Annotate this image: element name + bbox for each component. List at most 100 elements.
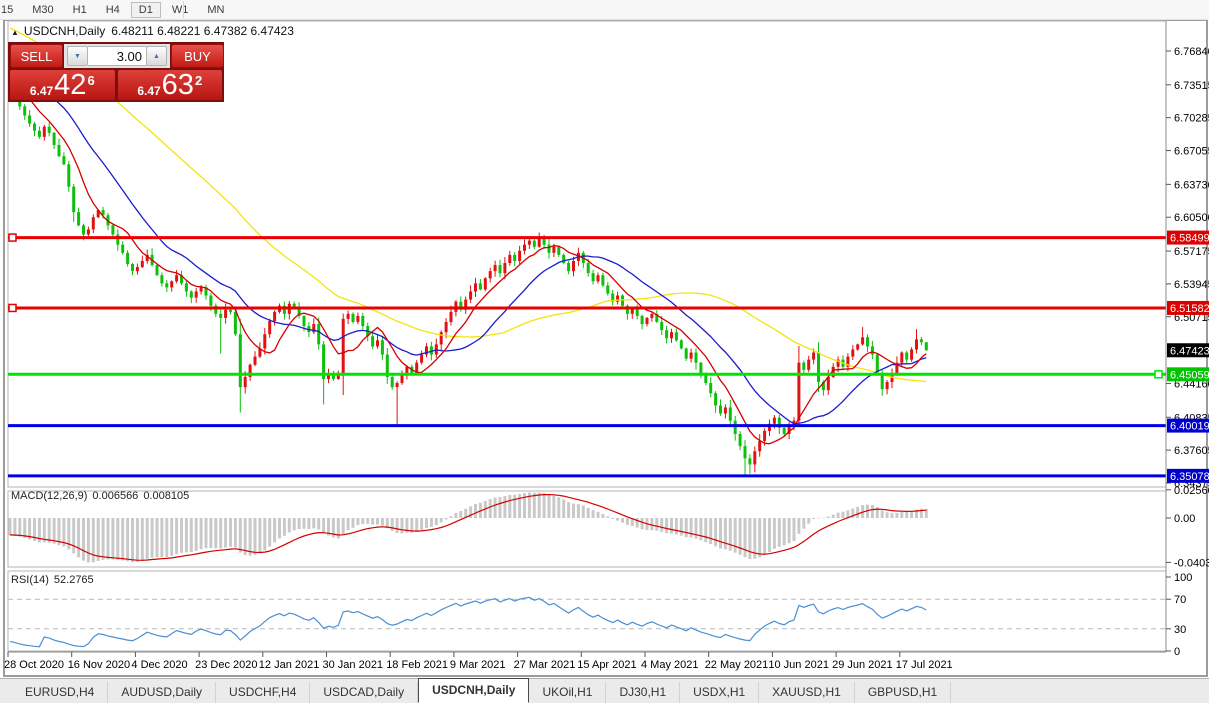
- volume-input[interactable]: [88, 46, 146, 66]
- buy-price-point: 2: [194, 73, 203, 88]
- macd-histogram-bar: [449, 516, 453, 518]
- macd-histogram-bar: [679, 518, 683, 536]
- candle-body: [606, 285, 610, 294]
- macd-histogram-bar: [395, 518, 399, 533]
- candle-body: [219, 313, 223, 318]
- price-badge-label: 6.47423: [1170, 345, 1209, 357]
- macd-histogram-bar: [425, 518, 428, 528]
- candle-body: [552, 246, 556, 253]
- price-chart-canvas[interactable]: 6.76840 6.73515 6.70285 6.67055 6.63730 6.605…: [0, 0, 1209, 703]
- candle-body: [42, 126, 46, 137]
- date-tick-label: 15 Apr 2021: [577, 659, 636, 671]
- candle-body: [900, 352, 904, 363]
- timeframe-button-d1[interactable]: D1: [130, 1, 161, 18]
- arrow-up-icon: ▲: [153, 52, 160, 60]
- candle-body: [116, 234, 120, 245]
- sell-button[interactable]: SELL: [10, 44, 63, 68]
- date-tick-label: 30 Jan 2021: [323, 659, 384, 671]
- macd-histogram-bar: [905, 511, 909, 518]
- macd-histogram-bar: [229, 518, 232, 547]
- macd-histogram-bar: [420, 518, 424, 531]
- timeframe-button-m30[interactable]: M30: [24, 2, 61, 18]
- tab-gbpusd-h1[interactable]: GBPUSD,H1: [855, 682, 952, 703]
- candle-body: [253, 356, 257, 365]
- toolbar-separator: [183, 1, 184, 18]
- tab-dj30-h1[interactable]: DJ30,H1: [606, 682, 681, 703]
- timeframe-button-h1[interactable]: H1: [65, 2, 95, 18]
- candle-body: [763, 430, 767, 442]
- candle-body: [601, 275, 605, 286]
- macd-histogram-bar: [52, 518, 56, 544]
- date-tick-label: 18 Feb 2021: [386, 659, 448, 671]
- macd-histogram-bar: [674, 518, 678, 535]
- candle-body: [910, 349, 914, 360]
- candle-body: [72, 186, 76, 213]
- macd-histogram-bar: [47, 518, 51, 543]
- tab-eurusd-h4[interactable]: EURUSD,H4: [12, 682, 109, 703]
- macd-histogram-bar: [312, 518, 316, 529]
- chart-ohlc-values: 6.48211 6.48221 6.47382 6.47423: [111, 24, 294, 38]
- candle-body: [165, 283, 169, 288]
- candle-body: [645, 317, 649, 325]
- macd-histogram-bar: [763, 518, 767, 555]
- macd-histogram-bar: [361, 518, 365, 524]
- macd-histogram-bar: [180, 518, 183, 553]
- sell-price-quote[interactable]: 6.47 42 6: [10, 70, 115, 100]
- hline-handle-icon[interactable]: [8, 233, 17, 242]
- hline-handle-icon[interactable]: [8, 303, 17, 313]
- buy-price-quote[interactable]: 6.47 63 2: [117, 70, 222, 100]
- candle-body: [817, 352, 820, 383]
- macd-histogram-bar: [390, 518, 394, 532]
- volume-decrease-button[interactable]: ▼: [67, 46, 88, 66]
- candle-body: [562, 254, 566, 264]
- macd-histogram-bar: [135, 518, 139, 562]
- macd-histogram-bar: [366, 518, 370, 524]
- macd-histogram-bar: [836, 512, 840, 518]
- volume-increase-button[interactable]: ▲: [146, 46, 167, 66]
- candle-body: [420, 354, 424, 363]
- macd-histogram-bar: [557, 497, 561, 518]
- candle-body: [650, 313, 654, 318]
- candle-body: [449, 311, 453, 323]
- macd-histogram-bar: [287, 518, 291, 533]
- tab-usdcnh-daily[interactable]: USDCNH,Daily: [418, 678, 530, 703]
- candle-body: [140, 260, 144, 268]
- candle-body: [670, 332, 673, 339]
- macd-histogram-bar: [155, 518, 159, 558]
- price-tick-label: 6.76840: [1174, 46, 1209, 58]
- tab-usdx-h1[interactable]: USDX,H1: [680, 682, 760, 703]
- candle-body: [62, 156, 66, 165]
- tab-xauusd-h1[interactable]: XAUUSD,H1: [759, 682, 855, 703]
- macd-histogram-bar: [640, 518, 644, 530]
- price-tick-label: 6.37605: [1174, 445, 1209, 457]
- macd-histogram-bar: [356, 518, 360, 526]
- macd-histogram-bar: [807, 518, 811, 524]
- tab-audusd-daily[interactable]: AUDUSD,Daily: [108, 682, 217, 703]
- macd-histogram-bar: [204, 518, 208, 549]
- tab-usdchf-h4[interactable]: USDCHF,H4: [216, 682, 311, 703]
- hline-handle-icon[interactable]: [1154, 370, 1163, 379]
- candle-body: [709, 383, 713, 394]
- candle-body: [919, 339, 923, 343]
- candle-body: [567, 263, 571, 272]
- macd-histogram-bar: [503, 496, 507, 518]
- candle-body: [400, 374, 404, 384]
- arrow-down-icon: ▼: [74, 52, 81, 60]
- candle-body: [905, 352, 909, 360]
- macd-histogram-bar: [591, 510, 595, 518]
- macd-histogram-bar: [856, 506, 860, 518]
- timeframe-button-w1[interactable]: W1: [164, 2, 197, 18]
- tab-ukoil-h1[interactable]: UKOil,H1: [529, 682, 607, 703]
- price-tick-label: 6.63730: [1174, 179, 1209, 191]
- macd-histogram-bar: [248, 518, 252, 556]
- macd-histogram-bar: [317, 518, 321, 530]
- buy-button[interactable]: BUY: [171, 44, 224, 68]
- candle-body: [493, 265, 497, 272]
- macd-histogram-bar: [8, 518, 12, 536]
- tab-usdcad-daily[interactable]: USDCAD,Daily: [310, 682, 419, 703]
- timeframe-button-mn[interactable]: MN: [199, 2, 232, 18]
- timeframe-button-h4[interactable]: H4: [98, 2, 128, 18]
- macd-histogram-bar: [302, 518, 306, 529]
- timeframe-button-15[interactable]: 15: [0, 2, 21, 18]
- panel-collapse-icon[interactable]: ▲: [11, 28, 19, 37]
